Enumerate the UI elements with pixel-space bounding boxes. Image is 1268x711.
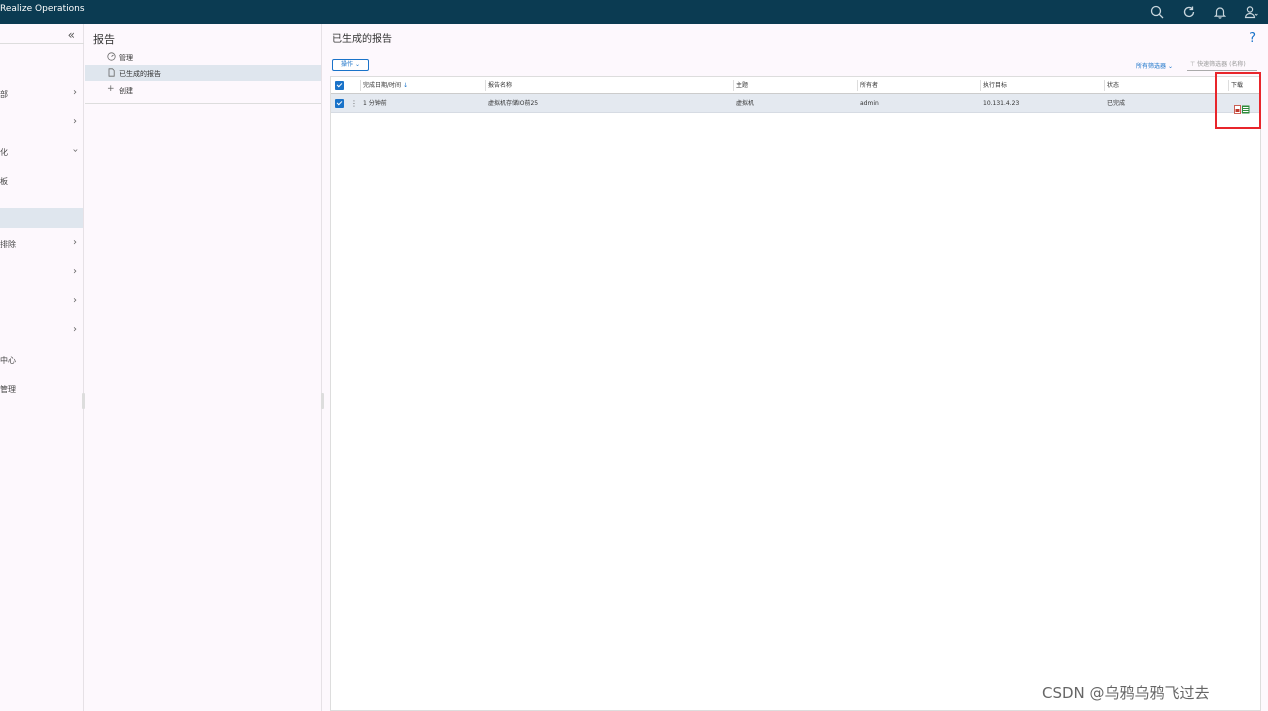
all-filters-button[interactable]: 所有筛选器 ⌄ [1136,61,1173,70]
quick-filter-placeholder: 快速筛选器 (名称) [1197,61,1246,68]
grid-header: 完成日期/时间 ↓ 报告名称 主题 所有者 执行目标 状态 下载 [331,77,1260,94]
help-icon[interactable]: ? [1249,31,1256,46]
app-title: Realize Operations [0,4,85,14]
chevron-right-icon: › [73,295,77,306]
nav-item-label: 排除 [0,240,16,249]
column-header-subject[interactable]: 主题 [736,77,748,93]
nav-item-3[interactable]: 化 › [0,142,83,162]
sort-down-icon: ↓ [402,82,408,89]
column-separator [857,80,858,91]
document-icon [107,68,116,77]
left-nav-sidebar: « 部 › › 化 › 板 排除 › › › › 中心 管理 [0,24,84,711]
chevron-right-icon: › [73,324,77,335]
nav-item-11[interactable]: 管理 [0,379,83,399]
page-title: 已生成的报告 [332,34,392,45]
actions-dropdown-button[interactable]: 操作 ⌄ [332,59,369,71]
nav-item-1[interactable]: 部 › [0,84,83,104]
chevron-right-icon: › [73,116,77,127]
filter-icon: ⊤ [1190,61,1196,68]
nav-item-label: 中心 [0,356,16,365]
column-separator [360,80,361,91]
column-separator [1104,80,1105,91]
top-header-bar: Realize Operations [0,0,1268,24]
nav-item-9[interactable]: › [0,321,83,341]
chevron-down-icon: ⌄ [1167,63,1173,70]
table-row[interactable]: ⋮ 1 分钟前 虚拟机存储IO前25 虚拟机 admin 10.131.4.23… [331,94,1260,114]
refresh-icon[interactable] [1178,1,1200,23]
chevron-down-icon: › [69,148,81,153]
panel-title: 报告 [93,33,115,46]
column-separator [485,80,486,91]
nav-item-label: 化 [0,148,8,157]
collapse-sidebar-icon[interactable]: « [68,28,75,42]
column-header-name[interactable]: 报告名称 [488,77,512,93]
cell-completed: 1 分钟前 [363,100,387,107]
cell-status: 已完成 [1107,100,1126,107]
chevron-right-icon: › [73,87,77,98]
all-filters-label: 所有筛选器 [1136,63,1167,70]
main-content: 已生成的报告 ? 操作 ⌄ 所有筛选器 ⌄ ⊤ 快速筛选器 (名称) 完成日期/… [323,24,1268,711]
dashboard-icon [107,52,116,61]
watermark: CSDN @乌鸦乌鸦飞过去 [1042,684,1210,702]
tree-item-create[interactable]: + 创建 [85,82,321,98]
chevron-right-icon: › [73,266,77,277]
row-actions-icon[interactable]: ⋮ [350,94,358,113]
download-highlight-box [1215,72,1261,129]
column-header-status[interactable]: 状态 [1107,77,1119,93]
column-header-owner[interactable]: 所有者 [860,77,878,93]
tree-item-label: 管理 [119,54,133,62]
nav-item-4[interactable]: 板 [0,171,83,191]
nav-item-reports[interactable] [0,208,83,228]
actions-label: 操作 [341,61,354,68]
select-all-checkbox[interactable] [335,81,344,90]
nav-item-label: 部 [0,90,8,99]
nav-item-8[interactable]: › [0,292,83,312]
tree-item-label: 已生成的报告 [119,70,161,78]
user-icon[interactable] [1240,1,1262,23]
tree-item-manage[interactable]: 管理 [85,49,321,65]
nav-item-7[interactable]: › [0,263,83,283]
column-header-completed[interactable]: 完成日期/时间 ↓ [363,77,408,93]
nav-item-2[interactable]: › [0,113,83,133]
row-checkbox[interactable] [335,99,344,108]
column-separator [733,80,734,91]
nav-item-10[interactable]: 中心 [0,350,83,370]
divider [0,43,84,44]
cell-report-name: 虚拟机存储IO前25 [488,100,539,107]
chevron-down-icon: ⌄ [354,61,360,68]
column-separator [980,80,981,91]
divider [85,103,321,104]
reports-grid: 完成日期/时间 ↓ 报告名称 主题 所有者 执行目标 状态 下载 ⋮ 1 分钟前… [330,76,1261,711]
nav-item-label: 管理 [0,385,16,394]
reports-panel: 报告 管理 已生成的报告 + 创建 [85,24,322,711]
cell-owner: admin [860,100,879,107]
search-icon[interactable] [1146,1,1168,23]
nav-item-6[interactable]: 排除 › [0,234,83,254]
column-header-target[interactable]: 执行目标 [983,77,1007,93]
quick-filter-input[interactable]: ⊤ 快速筛选器 (名称) [1187,59,1257,71]
cell-subject: 虚拟机 [736,100,755,107]
nav-item-label: 板 [0,177,8,186]
chevron-right-icon: › [73,237,77,248]
tree-item-generated-reports[interactable]: 已生成的报告 [85,65,321,81]
tree-item-label: 创建 [119,87,133,95]
cell-target: 10.131.4.23 [983,100,1020,107]
plus-icon: + [107,84,115,94]
column-header-label: 完成日期/时间 [363,82,402,89]
bell-icon[interactable] [1209,1,1231,23]
